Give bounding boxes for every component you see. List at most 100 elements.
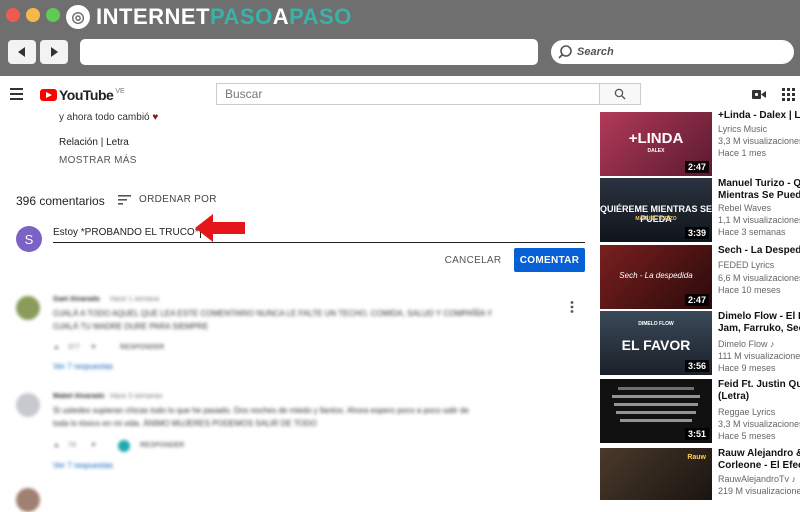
video-thumbnail[interactable]: QUIÉREME MIENTRAS SE PUEDA MANUEL TURIZO…	[600, 178, 712, 242]
comment-text-line: Si ustedes supieran chicas todo lo que h…	[53, 406, 469, 415]
watermark-icon: ◎	[66, 5, 90, 29]
channel-name[interactable]: Rebel Waves	[718, 203, 771, 213]
video-thumbnail[interactable]: Sech - La despedida 2:47	[600, 245, 712, 309]
channel-name[interactable]: FEDED Lyrics	[718, 260, 774, 270]
search-icon	[558, 45, 572, 59]
maximize-window-button[interactable]	[46, 8, 60, 22]
dislike-icon[interactable]: ▼	[90, 442, 97, 449]
channel-name[interactable]: Dimelo Flow ♪	[718, 339, 775, 349]
video-duration: 3:51	[684, 428, 709, 440]
video-thumbnail[interactable]: Rauw	[600, 448, 712, 500]
menu-icon[interactable]	[10, 88, 23, 100]
video-title-line2[interactable]: (Letra)	[718, 391, 800, 403]
recommended-video[interactable]: Rauw Rauw Alejandro & Camilo Corleone - …	[600, 448, 800, 500]
video-title[interactable]: Rauw Alejandro & Camilo	[718, 448, 800, 460]
channel-name[interactable]: Lyrics Music	[718, 124, 767, 134]
video-title-line2[interactable]: Mientras Se Pueda	[718, 190, 800, 202]
youtube-search-button[interactable]	[599, 83, 641, 105]
forward-button[interactable]	[40, 40, 68, 64]
search-icon	[614, 88, 626, 100]
like-icon[interactable]: ▲	[53, 344, 60, 351]
video-title-line2[interactable]: Corleone - El Efecto	[718, 460, 800, 472]
commenter-avatar	[16, 296, 40, 320]
recommended-video[interactable]: +LINDA DALEX 2:47 +Linda - Dalex | LETRA…	[600, 110, 800, 176]
browser-search-field[interactable]: Search	[551, 40, 794, 64]
view-count: 219 M visualizaciones	[718, 486, 800, 496]
description-text: y ahora todo cambió	[59, 112, 150, 122]
forward-arrow-icon	[51, 47, 58, 57]
video-thumbnail[interactable]: 3:51	[600, 379, 712, 443]
brand-text-paso: PASO	[210, 4, 273, 29]
site-watermark-logo: ◎ INTERNET PASO A PASO	[66, 3, 352, 31]
channel-name[interactable]: RauwAlejandroTv ♪	[718, 474, 796, 484]
comment-text-line: toda lo tóxico en mi vida. ÁNIMO MUJERES…	[53, 419, 317, 428]
video-camera-icon[interactable]	[752, 89, 766, 100]
thumbnail-title: +LINDA	[628, 130, 684, 147]
reply-button[interactable]: RESPONDER	[120, 344, 164, 351]
view-count: 3,3 M visualizaciones	[718, 136, 800, 146]
video-title[interactable]: +Linda - Dalex | LETRA	[718, 110, 800, 122]
recommended-video[interactable]: 3:51 Feid Ft. Justin Quiles (Letra) Regg…	[600, 379, 800, 443]
heart-icon: ♥	[152, 112, 159, 122]
comment-count: 396 comentarios	[16, 194, 105, 208]
description-line: y ahora todo cambió ♥	[59, 112, 158, 122]
thumbnail-subtitle: Rauw	[687, 454, 706, 461]
sort-label: ORDENAR POR	[139, 194, 217, 205]
region-code: VE	[115, 87, 125, 95]
upload-age: Hace 10 meses	[718, 285, 781, 295]
browser-chrome: ◎ INTERNET PASO A PASO Search	[0, 0, 800, 76]
youtube-wordmark: YouTube	[59, 87, 114, 103]
my-avatar: S	[16, 226, 42, 252]
brand-text-paso2: PASO	[289, 4, 352, 29]
video-title[interactable]: Sech - La Despedida	[718, 245, 800, 257]
minimize-window-button[interactable]	[26, 8, 40, 22]
comment-input-value: Estoy *PROBANDO EL TRUCO*	[53, 227, 199, 238]
view-replies-link[interactable]: Ver 7 respuestas	[53, 461, 113, 470]
more-options-icon[interactable]	[570, 301, 574, 313]
back-arrow-icon	[18, 47, 25, 57]
sort-comments-button[interactable]: ORDENAR POR	[118, 194, 217, 205]
view-count: 1,1 M visualizaciones	[718, 215, 800, 225]
address-bar[interactable]	[80, 39, 538, 65]
commenter-avatar	[16, 488, 40, 512]
recommended-video[interactable]: Sech - La despedida 2:47 Sech - La Despe…	[600, 245, 800, 309]
brand-text-internet: INTERNET	[96, 4, 210, 29]
comment-text-line: OJALÁ A TODO AQUEL QUE LEA ESTE COMENTAR…	[53, 309, 493, 318]
comment-input[interactable]: Estoy *PROBANDO EL TRUCO*	[53, 224, 585, 243]
youtube-header: YouTube VE Buscar	[0, 76, 800, 112]
view-count: 3,3 M visualizaciones	[718, 419, 800, 429]
dislike-icon[interactable]: ▼	[90, 344, 97, 351]
close-window-button[interactable]	[6, 8, 20, 22]
comment-submit-button[interactable]: COMENTAR	[514, 248, 585, 272]
show-more-button[interactable]: MOSTRAR MÁS	[59, 155, 137, 166]
cancel-button[interactable]: CANCELAR	[440, 248, 506, 272]
recommended-video[interactable]: DIMELO FLOW EL FAVOR 3:56 Dimelo Flow - …	[600, 311, 800, 375]
video-duration: 3:56	[684, 360, 709, 372]
browser-search-label: Search	[577, 46, 614, 58]
youtube-logo[interactable]: YouTube VE	[40, 87, 125, 103]
youtube-search-input[interactable]: Buscar	[216, 83, 599, 105]
upload-age: Hace 9 meses	[718, 363, 776, 373]
video-title[interactable]: Manuel Turizo - Quiéreme	[718, 178, 800, 190]
view-count: 111 M visualizaciones	[718, 351, 800, 361]
reply-button[interactable]: RESPONDER	[140, 442, 184, 449]
view-replies-link[interactable]: Ver 7 respuestas	[53, 362, 113, 371]
video-title[interactable]: Dimelo Flow - El Favor	[718, 311, 800, 323]
description-category: Relación | Letra	[59, 137, 129, 148]
video-title-line2[interactable]: Jam, Farruko, Sech,	[718, 323, 800, 335]
video-thumbnail[interactable]: +LINDA DALEX 2:47	[600, 112, 712, 176]
recommended-video[interactable]: QUIÉREME MIENTRAS SE PUEDA MANUEL TURIZO…	[600, 178, 800, 242]
back-button[interactable]	[8, 40, 36, 64]
channel-name[interactable]: Reggae Lyrics	[718, 407, 775, 417]
video-thumbnail[interactable]: DIMELO FLOW EL FAVOR 3:56	[600, 311, 712, 375]
apps-grid-icon[interactable]	[782, 88, 796, 102]
thumbnail-title: Sech - La despedida	[619, 271, 693, 280]
video-title[interactable]: Feid Ft. Justin Quiles	[718, 379, 800, 391]
comment-text-line: OJALÁ TU MADRE DURE PARA SIEMPRE	[53, 322, 209, 331]
creator-heart-avatar	[118, 440, 130, 452]
thumbnail-subtitle: DALEX	[647, 148, 665, 154]
video-duration: 2:47	[684, 161, 709, 173]
like-icon[interactable]: ▲	[53, 442, 60, 449]
comment-author: Gael Alvarado	[53, 296, 100, 303]
youtube-play-icon	[40, 89, 57, 101]
